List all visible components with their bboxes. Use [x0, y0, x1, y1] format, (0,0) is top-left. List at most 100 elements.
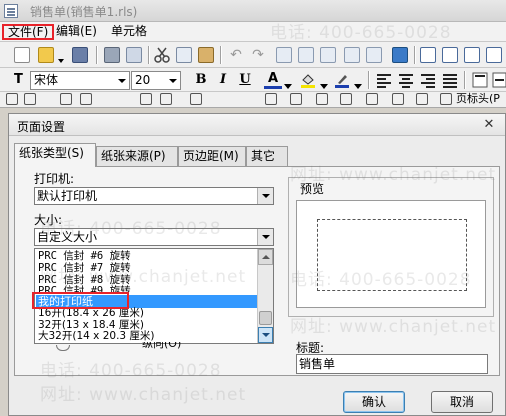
chevron-down-icon [118, 79, 126, 83]
app-icon [4, 4, 18, 18]
tab-margins[interactable]: 页边距(M) [178, 146, 246, 166]
menu-file[interactable]: 文件(F) [2, 24, 55, 40]
printer-select[interactable]: 默认打印机 [34, 187, 274, 205]
title-field[interactable]: 销售单 [296, 354, 488, 374]
text-middle-align-icon[interactable] [492, 72, 506, 88]
italic-button[interactable]: I [214, 71, 232, 89]
font-name-value: 宋体 [34, 73, 59, 87]
dialog-title: 页面设置 [17, 120, 66, 134]
exit-icon[interactable] [392, 47, 408, 63]
delete-sheet-icon[interactable] [344, 47, 360, 63]
orientation-fragment: 纵向(O) [142, 342, 182, 350]
layout-icon[interactable] [416, 93, 428, 105]
close-icon[interactable]: ✕ [481, 117, 497, 133]
align-center-icon[interactable] [398, 72, 414, 88]
window-title: 销售单(销售单1.rls) [30, 5, 138, 19]
layout-icon[interactable] [316, 93, 328, 105]
preview-margin [317, 219, 467, 291]
size-value: 自定义大小 [37, 230, 98, 244]
layout-icon[interactable] [265, 93, 277, 105]
window-titlebar: 销售单(销售单1.rls) [0, 0, 506, 22]
bold-button[interactable]: B [192, 71, 210, 89]
separator [96, 46, 98, 64]
font-name-select[interactable]: 宋体 [30, 71, 130, 90]
layout-icon[interactable] [340, 93, 352, 105]
sheet-icon[interactable] [320, 47, 336, 63]
font-color-button[interactable]: A [264, 71, 282, 89]
insert-row-icon[interactable] [442, 47, 458, 63]
chevron-down-icon [169, 79, 177, 83]
layout-icon[interactable] [290, 93, 302, 105]
menu-cell[interactable]: 单元格 [107, 24, 151, 40]
size-select[interactable]: 自定义大小 [34, 228, 274, 246]
cancel-button[interactable]: 取消 [431, 391, 493, 413]
separator [464, 71, 466, 89]
text-top-align-icon[interactable] [472, 72, 488, 88]
fill-color-icon[interactable] [300, 72, 316, 88]
font-size-select[interactable]: 20 [131, 71, 181, 90]
new-file-icon[interactable] [14, 47, 30, 63]
grid-icon[interactable] [80, 93, 92, 105]
scroll-up-icon[interactable] [258, 249, 273, 265]
tab-other[interactable]: 其它 [246, 146, 288, 166]
layout-toolbar: 页标头(P [0, 92, 506, 108]
layout-icon[interactable] [392, 93, 404, 105]
separator [148, 46, 150, 64]
chevron-down-icon[interactable] [257, 229, 273, 245]
separator [368, 71, 370, 89]
page-header-label[interactable]: 页标头(P [456, 92, 500, 106]
sheet-icon[interactable] [276, 47, 292, 63]
sheet-icon[interactable] [366, 47, 382, 63]
chevron-down-icon[interactable] [257, 188, 273, 204]
sheet-icon[interactable] [298, 47, 314, 63]
preview-page [296, 200, 486, 308]
title-field-value: 销售单 [299, 357, 336, 371]
border-outer-icon[interactable] [24, 93, 36, 105]
tab-paper-source[interactable]: 纸张来源(P) [96, 146, 178, 166]
printer-value: 默认打印机 [37, 189, 98, 203]
highlight-box [32, 292, 129, 309]
copy-icon[interactable] [176, 47, 192, 63]
table-icon[interactable] [160, 93, 172, 105]
chevron-down-icon[interactable] [284, 78, 292, 89]
border-all-icon[interactable] [6, 93, 18, 105]
delete-row-icon[interactable] [486, 47, 502, 63]
justify-icon[interactable] [442, 72, 458, 88]
printer-label: 打印机: [34, 172, 75, 186]
align-right-icon[interactable] [420, 72, 436, 88]
table-icon[interactable] [190, 93, 202, 105]
scroll-thumb[interactable] [259, 311, 272, 325]
redo-icon[interactable]: ↷ [250, 47, 266, 63]
chevron-down-icon[interactable] [354, 78, 362, 89]
paste-icon[interactable] [198, 47, 214, 63]
cut-icon[interactable] [154, 47, 170, 63]
chevron-down-icon[interactable] [320, 78, 328, 89]
pen-color-icon[interactable] [334, 72, 350, 88]
preview-label: 预览 [298, 180, 327, 197]
table-icon[interactable] [140, 93, 152, 105]
undo-icon[interactable]: ↶ [228, 47, 244, 63]
standard-toolbar: ↶ ↷ [0, 42, 506, 68]
print-icon[interactable] [104, 47, 120, 63]
underline-button[interactable]: U [236, 71, 254, 89]
menubar: 文件(F) 编辑(E) 单元格 [0, 22, 506, 42]
chevron-down-icon[interactable] [58, 52, 64, 63]
dialog-titlebar: 页面设置 ✕ [9, 114, 505, 136]
insert-column-icon[interactable] [420, 47, 436, 63]
scroll-down-icon[interactable] [258, 327, 273, 343]
page-header-icon[interactable] [440, 93, 452, 105]
size-label: 大小: [34, 213, 63, 227]
open-folder-icon[interactable] [38, 47, 54, 63]
list-scrollbar[interactable] [257, 249, 273, 343]
save-icon[interactable] [72, 47, 88, 63]
tab-paper-type[interactable]: 纸张类型(S) [14, 143, 96, 167]
menu-edit[interactable]: 编辑(E) [52, 24, 101, 40]
align-left-icon[interactable] [376, 72, 392, 88]
print-preview-icon[interactable] [126, 47, 142, 63]
font-size-value: 20 [135, 73, 151, 87]
delete-column-icon[interactable] [464, 47, 480, 63]
grid-icon[interactable] [60, 93, 72, 105]
layout-icon[interactable] [366, 93, 378, 105]
ok-button[interactable]: 确认 [343, 391, 405, 413]
text-tool-icon[interactable]: T [14, 72, 30, 88]
